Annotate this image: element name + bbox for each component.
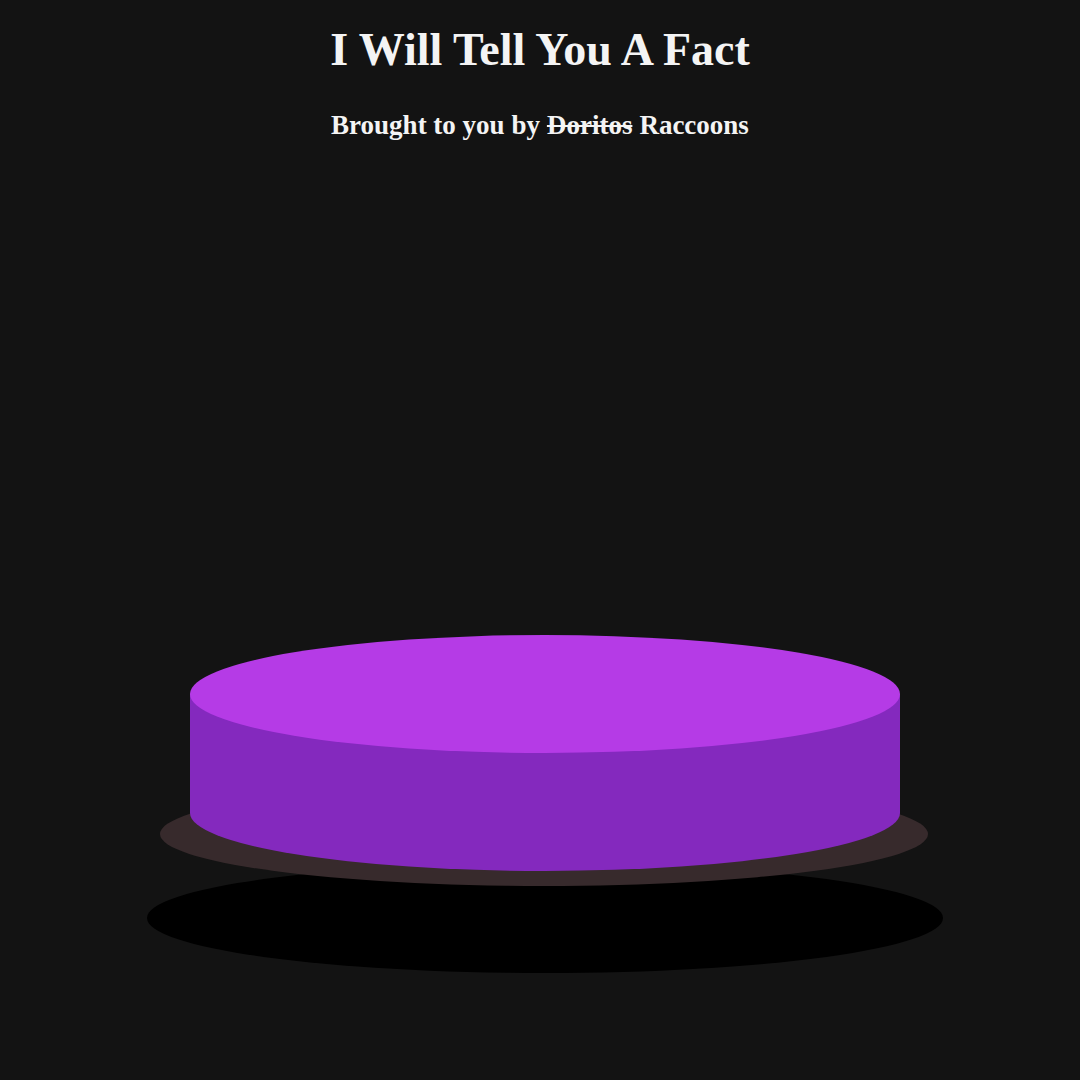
- sponsor-struck: Doritos: [547, 108, 632, 142]
- button-area: [0, 598, 1080, 998]
- page-title: I Will Tell You A Fact: [330, 22, 750, 78]
- sponsor-line: Brought to you byDoritosRaccoons: [331, 108, 749, 142]
- sponsor-name: Raccoons: [639, 108, 749, 142]
- header: I Will Tell You A Fact Brought to you byD…: [0, 0, 1080, 142]
- fact-button[interactable]: [0, 598, 1080, 998]
- sponsor-prefix: Brought to you by: [331, 108, 540, 142]
